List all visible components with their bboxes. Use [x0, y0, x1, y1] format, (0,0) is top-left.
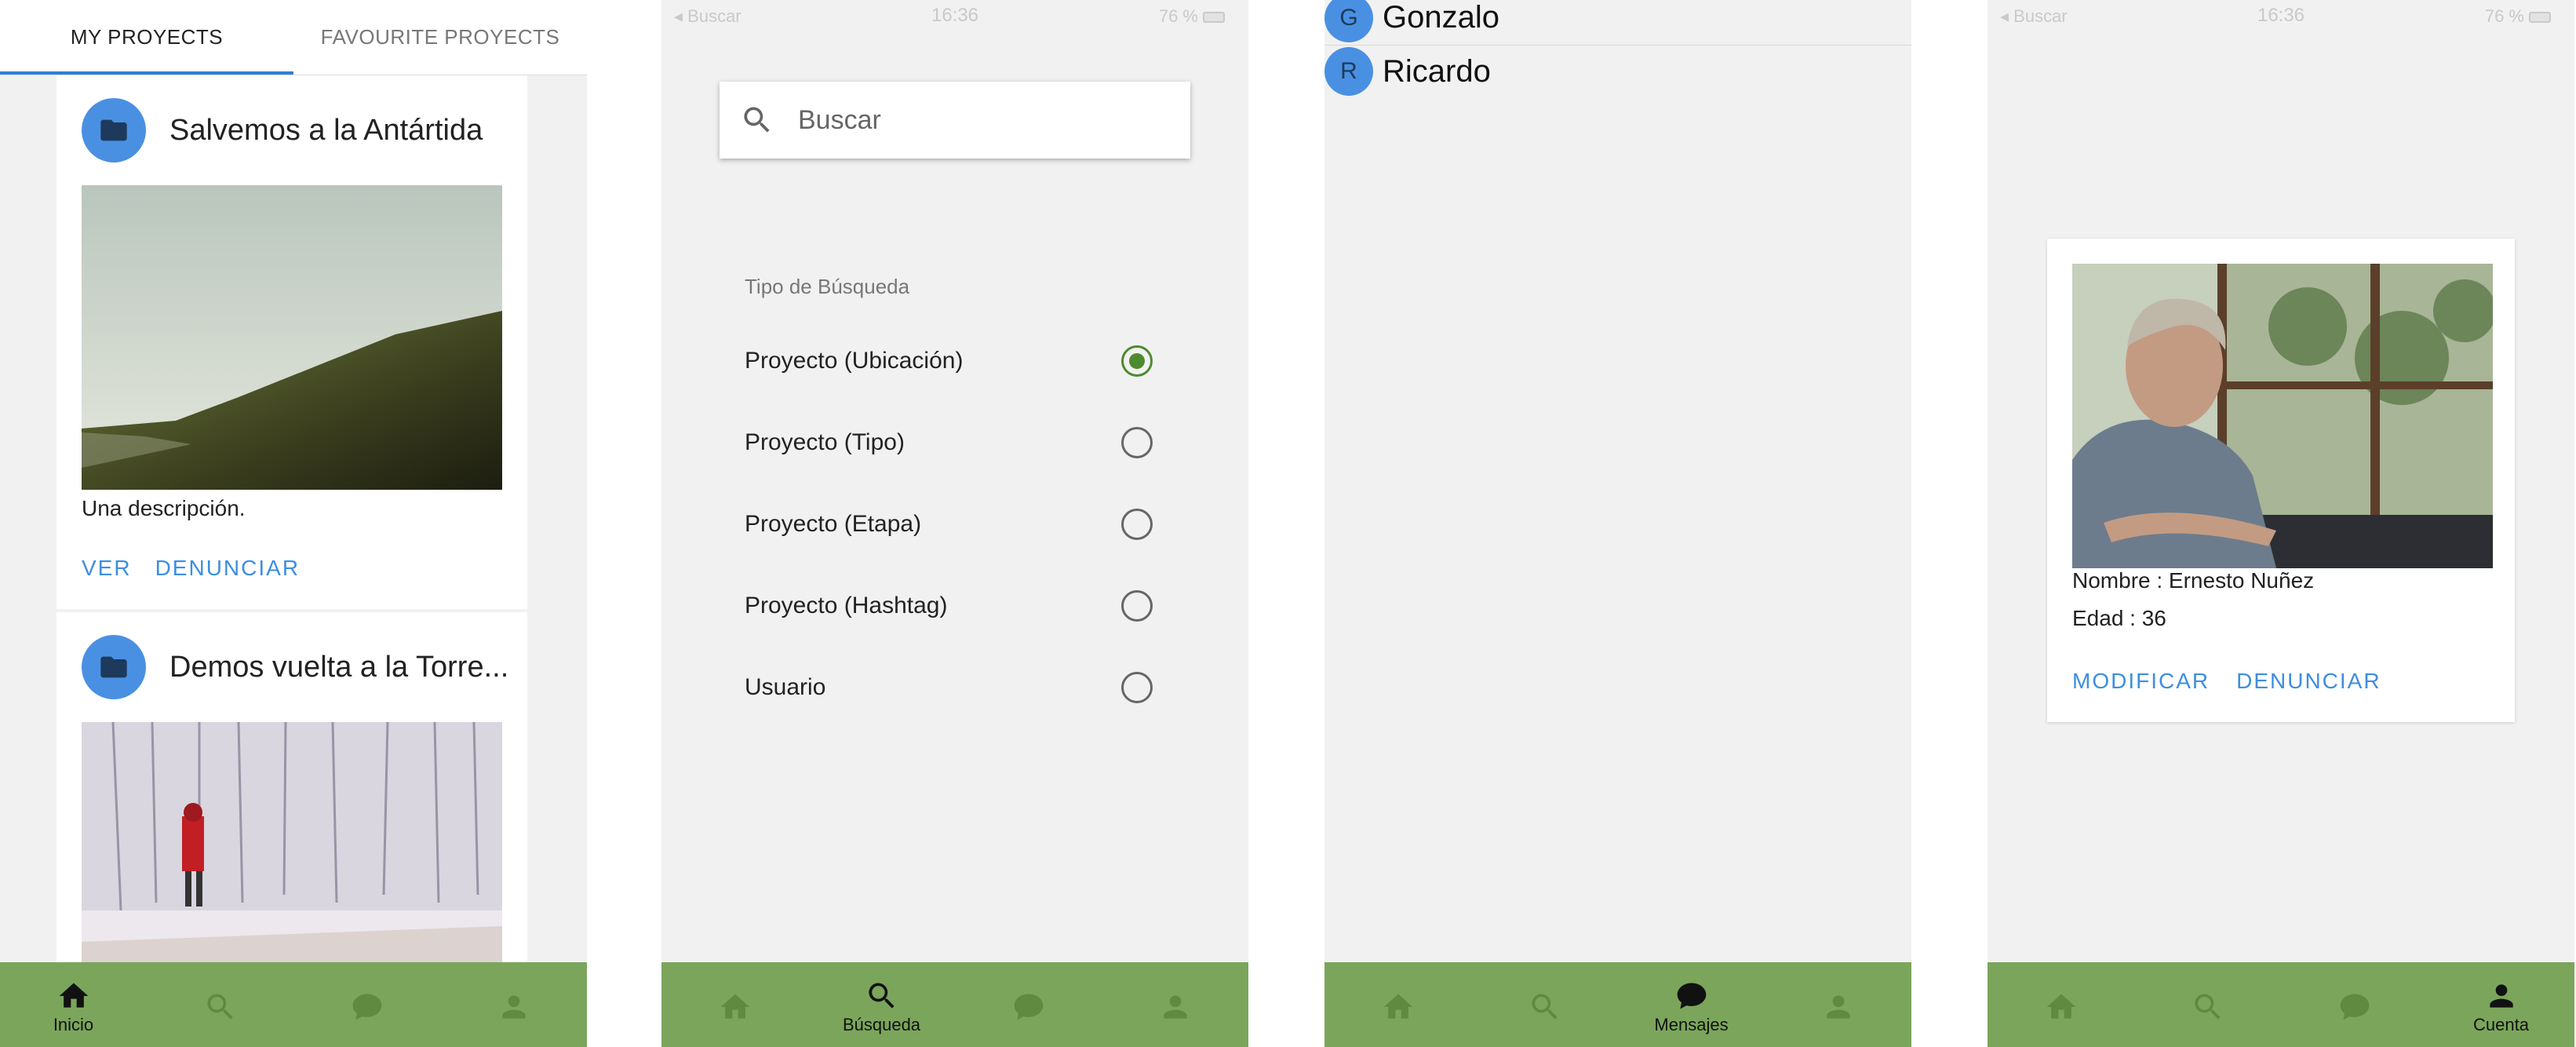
search-input[interactable]: [798, 104, 1159, 136]
nav-label: Búsqueda: [842, 1015, 921, 1034]
messages-screen: G Gonzalo R Ricardo Mensajes: [1324, 0, 1911, 1047]
conversation-name: Gonzalo: [1383, 0, 1499, 35]
radio-unselected[interactable]: [1121, 672, 1153, 703]
nav-inicio[interactable]: [661, 962, 808, 1047]
search-icon: [206, 994, 233, 1020]
chat-icon: [2340, 994, 2369, 1020]
battery-text: 76 %: [1158, 6, 1198, 26]
radio-unselected[interactable]: [1121, 509, 1153, 540]
option-usuario[interactable]: Usuario: [745, 647, 1153, 728]
bottom-nav: Inicio: [0, 962, 587, 1047]
folder-avatar: [82, 98, 146, 162]
home-icon: [1383, 994, 1412, 1019]
nav-busqueda[interactable]: Búsqueda: [808, 962, 955, 1047]
chat-icon: [352, 994, 381, 1020]
home-icon: [2046, 994, 2075, 1019]
report-button[interactable]: DENUNCIAR: [2236, 669, 2381, 694]
profile-name: Nombre : Ernesto Nuñez: [2072, 568, 2315, 593]
chat-icon: [1677, 983, 1706, 1009]
nav-mensajes[interactable]: [293, 962, 440, 1047]
app-screens: MY PROYECTS FAVOURITE PROYECTS Salvemos …: [0, 0, 2576, 1047]
nav-cuenta[interactable]: Cuenta: [2428, 962, 2574, 1047]
home-icon: [59, 983, 88, 1008]
search-screen: ◂ Buscar 16:36 76 % Tipo de Búsqueda Pro…: [661, 0, 1248, 1047]
project-title: Salvemos a la Antártida: [169, 113, 483, 147]
nav-label: Cuenta: [2473, 1015, 2529, 1034]
radio-unselected[interactable]: [1121, 427, 1153, 458]
battery-icon: [1203, 12, 1225, 24]
nav-inicio[interactable]: Inicio: [0, 962, 147, 1047]
tab-favourite-proyects[interactable]: FAVOURITE PROYECTS: [293, 0, 587, 75]
project-card: Demos vuelta a la Torre...: [56, 612, 527, 1027]
search-box[interactable]: [720, 82, 1190, 159]
person-icon: [1163, 995, 1187, 1019]
status-battery: 76 %: [2485, 6, 2551, 27]
nav-cuenta[interactable]: [1102, 962, 1248, 1047]
nav-label: Mensajes: [1654, 1015, 1729, 1034]
nav-busqueda[interactable]: [2134, 962, 2281, 1047]
option-proyecto-etapa[interactable]: Proyecto (Etapa): [745, 483, 1153, 565]
nav-mensajes[interactable]: [2281, 962, 2428, 1047]
profile-age: Edad : 36: [2072, 606, 2166, 630]
option-proyecto-tipo[interactable]: Proyecto (Tipo): [745, 402, 1153, 483]
view-button[interactable]: VER: [82, 556, 132, 581]
option-label: Proyecto (Etapa): [745, 511, 922, 537]
bottom-nav: Mensajes: [1324, 962, 1911, 1047]
option-proyecto-hashtag[interactable]: Proyecto (Hashtag): [745, 565, 1153, 647]
person-icon: [501, 995, 526, 1019]
project-tabs: MY PROYECTS FAVOURITE PROYECTS: [0, 0, 587, 75]
conversation-item[interactable]: G Gonzalo: [1324, 0, 1911, 46]
conversation-name: Ricardo: [1383, 53, 1491, 89]
nav-inicio[interactable]: [1324, 962, 1471, 1047]
nav-cuenta[interactable]: [1765, 962, 1911, 1047]
bottom-nav: Cuenta: [1988, 962, 2574, 1047]
radio-unselected[interactable]: [1121, 590, 1153, 622]
nav-busqueda[interactable]: [147, 962, 293, 1047]
profile-photo: [2072, 264, 2493, 568]
nav-inicio[interactable]: [1988, 962, 2134, 1047]
person-icon: [1826, 995, 1850, 1019]
battery-text: 76 %: [2484, 6, 2524, 26]
search-icon: [868, 983, 894, 1009]
nav-label: Inicio: [53, 1015, 94, 1034]
search-icon: [1531, 994, 1558, 1020]
project-card: Salvemos a la Antártida Una descripción.…: [56, 75, 527, 609]
nav-cuenta[interactable]: [440, 962, 587, 1047]
status-bar: ◂ Buscar 16:36 76 %: [661, 0, 1248, 31]
project-title: Demos vuelta a la Torre...: [169, 650, 509, 684]
avatar: R: [1324, 47, 1373, 96]
battery-icon: [2529, 12, 2551, 24]
project-description: Una descripción.: [82, 496, 246, 520]
folder-icon: [100, 656, 127, 678]
person-icon: [2489, 984, 2513, 1008]
option-label: Proyecto (Hashtag): [745, 593, 948, 618]
nav-busqueda[interactable]: [1471, 962, 1618, 1047]
folder-icon: [100, 119, 127, 141]
conversation-item[interactable]: R Ricardo: [1324, 44, 1911, 99]
option-label: Usuario: [745, 674, 826, 700]
status-bar: ◂ Buscar 16:36 76 %: [1988, 0, 2574, 31]
nav-mensajes[interactable]: Mensajes: [1618, 962, 1765, 1047]
home-screen: MY PROYECTS FAVOURITE PROYECTS Salvemos …: [0, 0, 587, 1047]
nav-mensajes[interactable]: [955, 962, 1102, 1047]
home-icon: [720, 994, 749, 1019]
tab-my-proyects[interactable]: MY PROYECTS: [0, 0, 293, 75]
profile-card: Nombre : Ernesto Nuñez Edad : 36 MODIFIC…: [2047, 239, 2515, 722]
search-icon: [744, 107, 770, 133]
radio-selected[interactable]: [1121, 345, 1153, 377]
chat-icon: [1014, 994, 1043, 1020]
option-proyecto-ubicacion[interactable]: Proyecto (Ubicación): [745, 320, 1153, 402]
status-battery: 76 %: [1159, 6, 1225, 27]
search-type-label: Tipo de Búsqueda: [745, 275, 910, 298]
bottom-nav: Búsqueda: [661, 962, 1248, 1047]
account-screen: ◂ Buscar 16:36 76 % Nombre: Ernesto Nuñ…: [1988, 0, 2574, 1047]
project-image-hill: [82, 185, 502, 490]
option-label: Proyecto (Ubicación): [745, 348, 964, 374]
modify-button[interactable]: MODIFICAR: [2072, 669, 2210, 694]
search-icon: [2194, 994, 2221, 1020]
option-label: Proyecto (Tipo): [745, 429, 905, 455]
report-button[interactable]: DENUNCIAR: [155, 556, 300, 581]
avatar: G: [1324, 0, 1373, 42]
folder-avatar: [82, 635, 146, 699]
